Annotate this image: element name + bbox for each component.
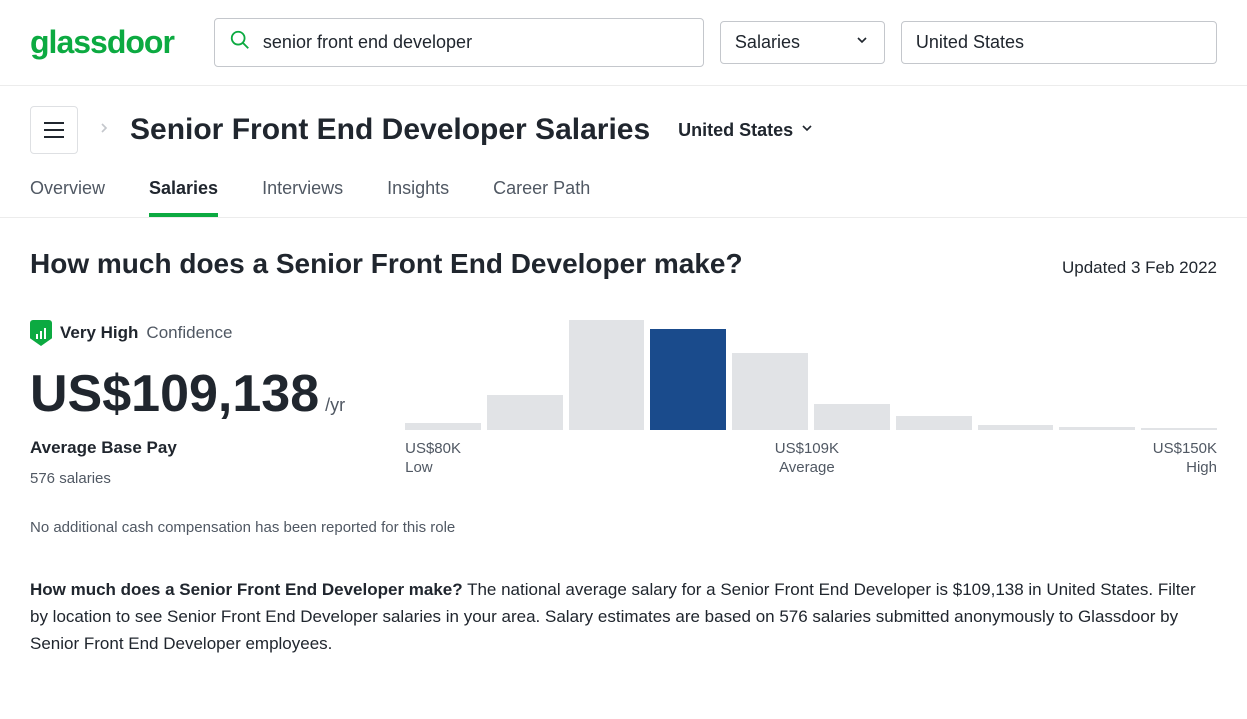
question-heading: How much does a Senior Front End Develop… bbox=[30, 248, 743, 280]
location-value: United States bbox=[916, 32, 1024, 53]
tab-salaries[interactable]: Salaries bbox=[149, 178, 218, 217]
salary-suffix: /yr bbox=[325, 395, 345, 416]
content: How much does a Senior Front End Develop… bbox=[0, 218, 1247, 688]
chart-avg-label: US$109K Average bbox=[775, 440, 839, 476]
filter-label: Salaries bbox=[735, 32, 800, 53]
logo[interactable]: glassdoor bbox=[30, 24, 174, 61]
tab-overview[interactable]: Overview bbox=[30, 178, 105, 217]
chart-low-label: US$80K Low bbox=[405, 440, 461, 476]
tab-insights[interactable]: Insights bbox=[387, 178, 449, 217]
chart-bar bbox=[1141, 428, 1217, 430]
chart-high-label: US$150K High bbox=[1153, 440, 1217, 476]
salary-distribution-chart: US$80K Low US$109K Average US$150K High bbox=[405, 320, 1217, 476]
chart-bar bbox=[978, 425, 1054, 431]
search-input-container[interactable] bbox=[214, 18, 704, 67]
chart-bar bbox=[1059, 427, 1135, 430]
confidence-badge: Very High Confidence bbox=[30, 320, 345, 346]
chart-bar bbox=[732, 353, 808, 430]
confidence-level: Very High bbox=[60, 323, 138, 343]
chevron-down-icon bbox=[799, 120, 815, 141]
title-row: Senior Front End Developer Salaries Unit… bbox=[0, 86, 1247, 154]
search-filter-dropdown[interactable]: Salaries bbox=[720, 21, 885, 64]
chart-bar bbox=[405, 423, 481, 430]
search-icon bbox=[229, 29, 251, 56]
tab-interviews[interactable]: Interviews bbox=[262, 178, 343, 217]
updated-date: Updated 3 Feb 2022 bbox=[1062, 258, 1217, 278]
location-input[interactable]: United States bbox=[901, 21, 1217, 64]
description-lead: How much does a Senior Front End Develop… bbox=[30, 580, 463, 599]
hamburger-menu-button[interactable] bbox=[30, 106, 78, 154]
chevron-down-icon bbox=[854, 32, 870, 53]
description: How much does a Senior Front End Develop… bbox=[30, 576, 1217, 658]
tab-career-path[interactable]: Career Path bbox=[493, 178, 590, 217]
page-title: Senior Front End Developer Salaries bbox=[130, 113, 650, 147]
salary-count: 576 salaries bbox=[30, 470, 345, 487]
chart-bar bbox=[896, 416, 972, 430]
search-input[interactable] bbox=[263, 32, 689, 53]
header: glassdoor Salaries United States bbox=[0, 0, 1247, 86]
location-selector-label: United States bbox=[678, 120, 793, 141]
salary-value: US$109,138 bbox=[30, 364, 319, 424]
pay-label: Average Base Pay bbox=[30, 438, 345, 458]
chart-bar bbox=[487, 395, 563, 430]
chevron-right-icon bbox=[96, 120, 112, 141]
salary-amount: US$109,138 /yr bbox=[30, 364, 345, 424]
chart-bar bbox=[814, 404, 890, 430]
location-selector[interactable]: United States bbox=[678, 120, 815, 141]
shield-icon bbox=[30, 320, 52, 346]
confidence-word: Confidence bbox=[146, 323, 232, 343]
compensation-note: No additional cash compensation has been… bbox=[30, 519, 1217, 536]
tabs: Overview Salaries Interviews Insights Career… bbox=[0, 154, 1247, 218]
chart-bar bbox=[650, 329, 726, 430]
hamburger-icon bbox=[44, 122, 64, 138]
chart-bar bbox=[569, 320, 645, 430]
